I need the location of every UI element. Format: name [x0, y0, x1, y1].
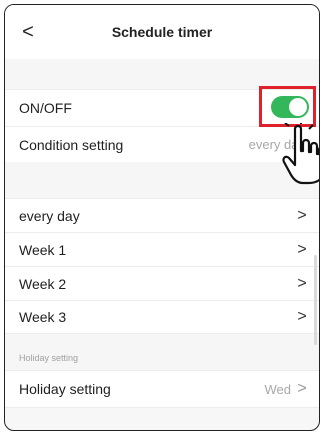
- schedule-row-every-day[interactable]: every day >: [5, 198, 319, 232]
- scrollbar[interactable]: [314, 255, 317, 345]
- highlight-box: [259, 86, 316, 127]
- chevron-right-icon: >: [297, 380, 307, 397]
- holiday-setting-value: Wed: [264, 381, 292, 397]
- schedule-row-week-3[interactable]: Week 3 >: [5, 300, 319, 334]
- page-title: Schedule timer: [111, 24, 213, 40]
- holiday-section-label: Holiday setting: [19, 353, 79, 363]
- hand-pointer-icon: [282, 123, 319, 185]
- section-gap: [5, 162, 319, 198]
- schedule-label: every day: [19, 207, 80, 224]
- condition-setting-row[interactable]: Condition setting every day: [5, 126, 319, 162]
- app-header: < Schedule timer: [5, 5, 319, 60]
- chevron-right-icon: >: [297, 206, 307, 224]
- schedule-label: Week 2: [19, 275, 67, 292]
- holiday-setting-label: Holiday setting: [19, 381, 111, 397]
- holiday-setting-row[interactable]: Holiday setting Wed >: [5, 370, 319, 408]
- condition-setting-label: Condition setting: [19, 136, 124, 153]
- phone-screen: < Schedule timer ON/OFF Condition settin…: [4, 4, 320, 431]
- schedule-row-week-2[interactable]: Week 2 >: [5, 266, 319, 300]
- schedule-label: Week 1: [19, 241, 67, 258]
- chevron-right-icon: >: [297, 308, 307, 325]
- chevron-right-icon: >: [297, 274, 307, 292]
- schedule-row-week-1[interactable]: Week 1 >: [5, 232, 319, 266]
- chevron-right-icon: >: [297, 240, 307, 258]
- schedule-label: Week 3: [19, 309, 67, 325]
- section-gap: [5, 59, 319, 89]
